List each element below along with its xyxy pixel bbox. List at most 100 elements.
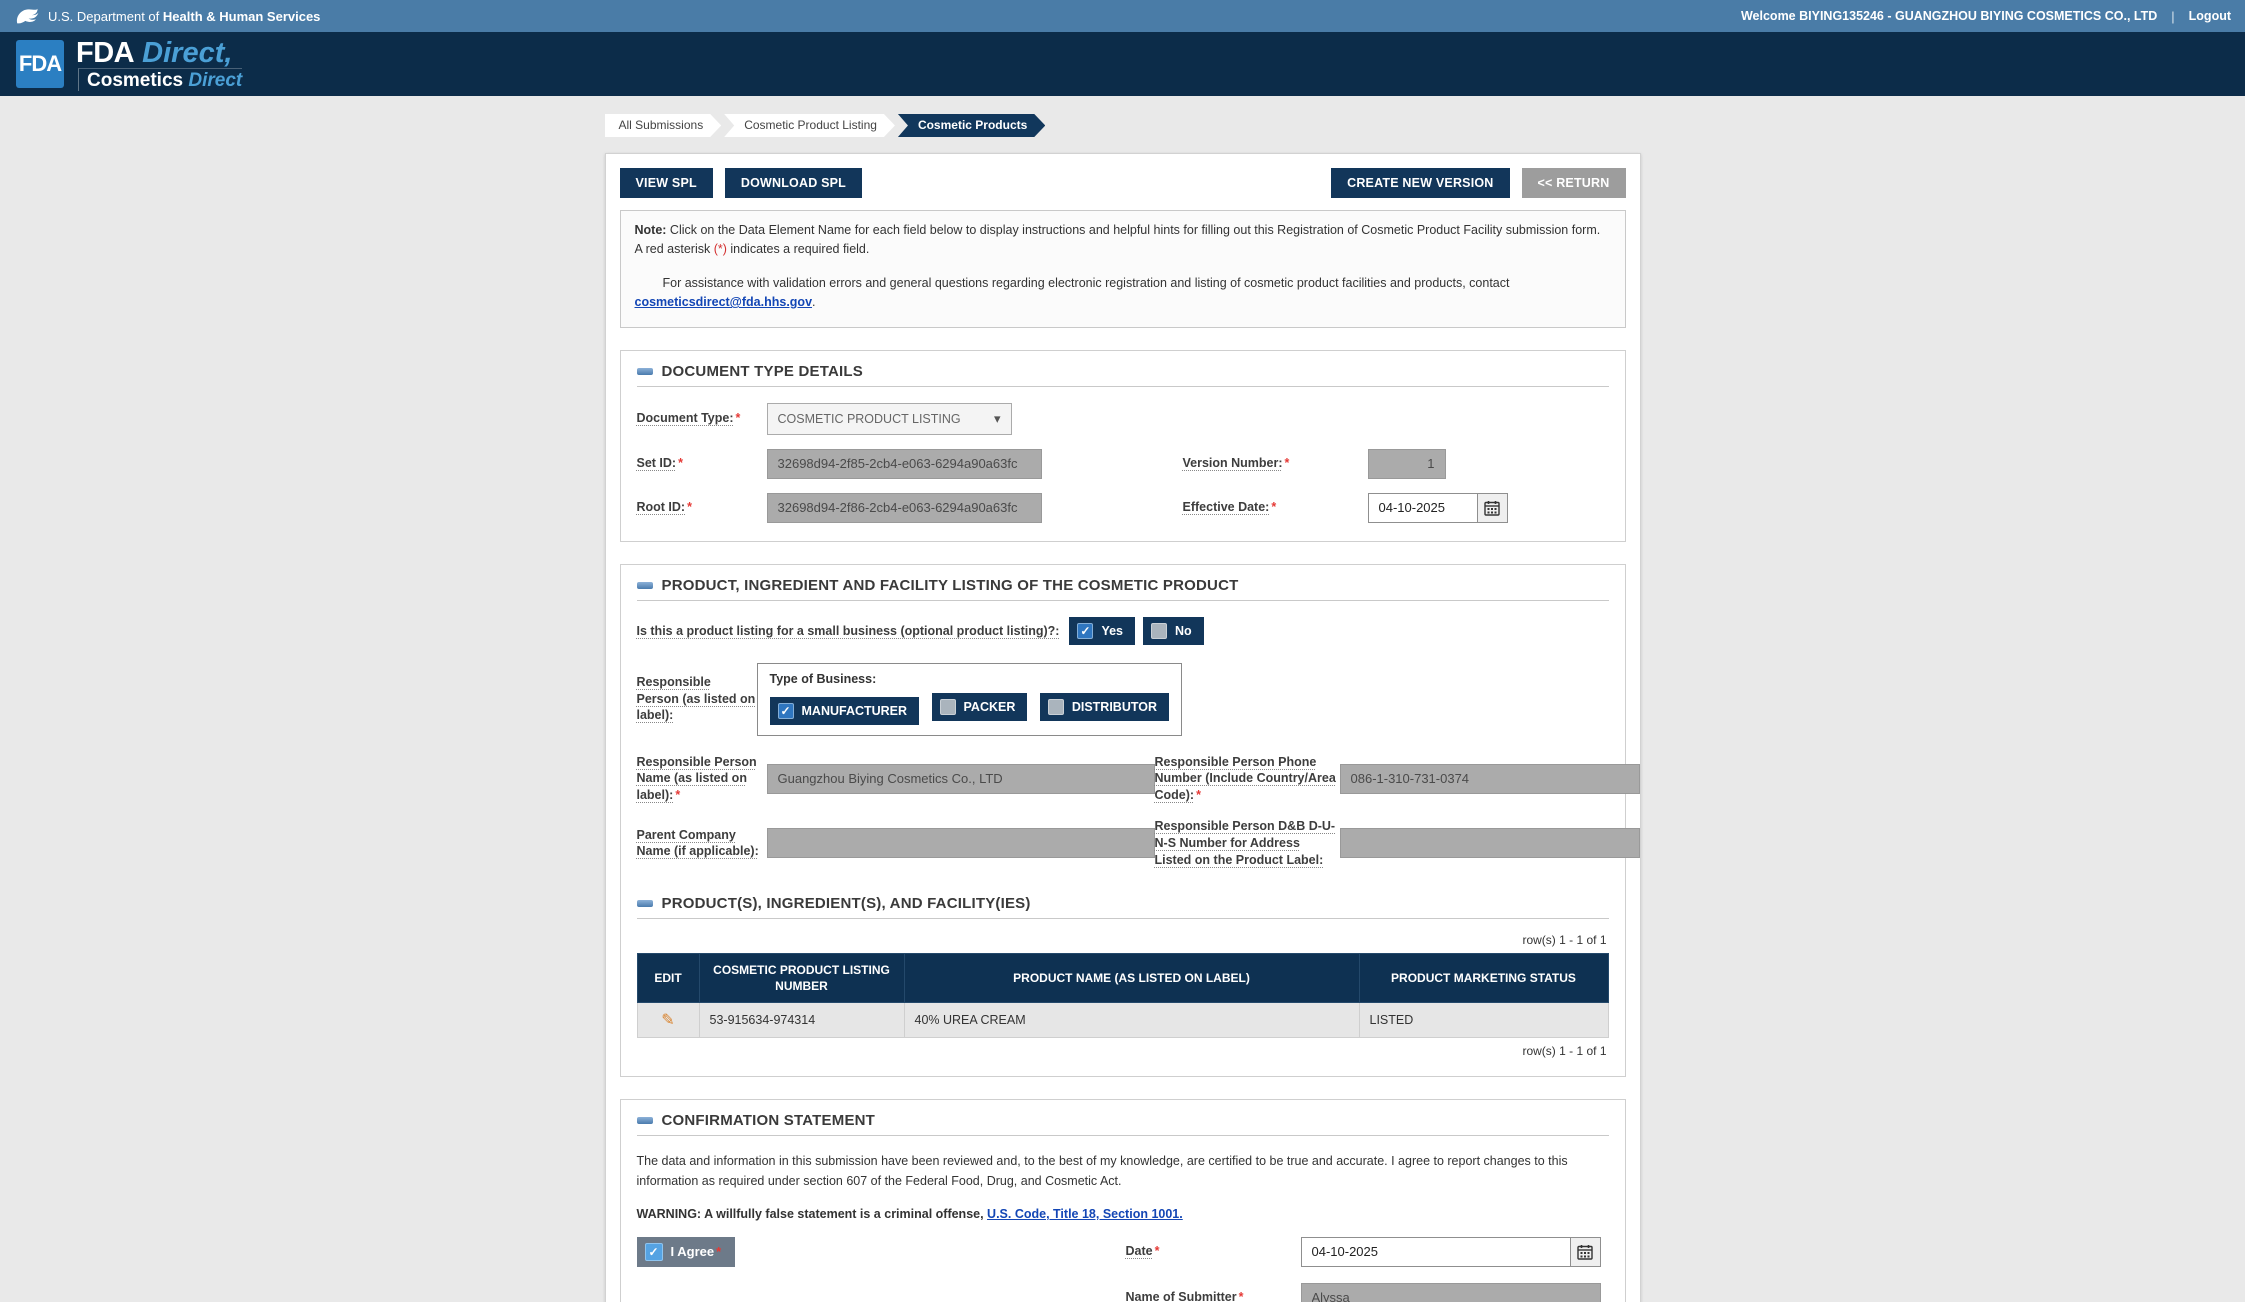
subsection-title: PRODUCT(S), INGREDIENT(S), AND FACILITY(… bbox=[662, 895, 1031, 912]
logout-link[interactable]: Logout bbox=[2189, 9, 2231, 23]
date-label-text: Date bbox=[1126, 1244, 1153, 1258]
chevron-down-icon: ▾ bbox=[994, 411, 1001, 427]
assistance-period: . bbox=[812, 295, 815, 309]
version-number-label[interactable]: Version Number:* bbox=[1183, 455, 1368, 472]
download-spl-button[interactable]: DOWNLOAD SPL bbox=[725, 168, 862, 198]
collapse-dash-icon[interactable] bbox=[637, 368, 653, 375]
app-subtitle: Cosmetics Direct bbox=[78, 68, 242, 91]
document-type-select[interactable]: COSMETIC PRODUCT LISTING ▾ bbox=[767, 403, 1012, 435]
products-table: EDIT COSMETIC PRODUCT LISTING NUMBER PRO… bbox=[637, 953, 1609, 1038]
note-body-2: indicates a required field. bbox=[727, 242, 869, 256]
note-label: Note: bbox=[635, 223, 667, 237]
checkbox-unchecked-icon bbox=[1048, 699, 1064, 715]
collapse-dash-icon[interactable] bbox=[637, 1117, 653, 1124]
business-distributor-button[interactable]: DISTRIBUTOR bbox=[1040, 693, 1169, 721]
set-id-label-text: Set ID: bbox=[637, 456, 677, 470]
status-cell: LISTED bbox=[1359, 1003, 1608, 1038]
parent-company-field bbox=[767, 828, 1155, 858]
yes-label: Yes bbox=[1101, 624, 1123, 638]
required-asterisk: * bbox=[1196, 787, 1201, 804]
rp-name-label-text: Responsible Person Name (as listed on la… bbox=[637, 755, 757, 803]
date-calendar-button[interactable] bbox=[1571, 1237, 1601, 1267]
type-of-business-box: Type of Business: ✓ MANUFACTURER PACKER bbox=[757, 663, 1183, 736]
section-header: DOCUMENT TYPE DETAILS bbox=[637, 363, 1609, 387]
duns-field bbox=[1340, 828, 1640, 858]
submitter-label[interactable]: Name of Submitter* bbox=[1126, 1289, 1301, 1302]
status-column-header: PRODUCT MARKETING STATUS bbox=[1359, 953, 1608, 1002]
i-agree-button[interactable]: ✓ I Agree * bbox=[637, 1237, 736, 1267]
edit-cell: ✎ bbox=[637, 1003, 699, 1038]
note-box: Note: Click on the Data Element Name for… bbox=[620, 210, 1626, 328]
root-id-label[interactable]: Root ID:* bbox=[637, 499, 767, 516]
collapse-dash-icon[interactable] bbox=[637, 900, 653, 907]
document-type-value: COSMETIC PRODUCT LISTING bbox=[778, 412, 961, 426]
calendar-icon bbox=[1577, 1244, 1593, 1260]
version-number-field bbox=[1368, 449, 1446, 479]
hhs-eagle-icon bbox=[14, 5, 40, 27]
assistance-email-link[interactable]: cosmeticsdirect@fda.hhs.gov bbox=[635, 295, 813, 309]
view-spl-button[interactable]: VIEW SPL bbox=[620, 168, 713, 198]
rows-info-bottom: row(s) 1 - 1 of 1 bbox=[637, 1044, 1607, 1058]
document-type-label[interactable]: Document Type:* bbox=[637, 410, 767, 427]
date-field[interactable] bbox=[1301, 1237, 1571, 1267]
rp-name-field bbox=[767, 764, 1155, 794]
required-asterisk: * bbox=[736, 410, 741, 427]
us-code-link[interactable]: U.S. Code, Title 18, Section 1001. bbox=[987, 1207, 1183, 1221]
responsible-person-label[interactable]: Responsible Person (as listed on label): bbox=[637, 674, 757, 725]
small-business-yes-button[interactable]: ✓ Yes bbox=[1069, 617, 1135, 645]
parent-company-label[interactable]: Parent Company Name (if applicable): bbox=[637, 827, 767, 861]
rp-phone-label-text: Responsible Person Phone Number (Include… bbox=[1155, 755, 1336, 803]
subsection-header-products: PRODUCT(S), INGREDIENT(S), AND FACILITY(… bbox=[637, 895, 1609, 919]
submitter-field bbox=[1301, 1283, 1601, 1302]
return-button[interactable]: << RETURN bbox=[1522, 168, 1626, 198]
type-of-business-label[interactable]: Type of Business: bbox=[770, 672, 1170, 686]
set-id-label[interactable]: Set ID:* bbox=[637, 455, 767, 472]
warning-line: WARNING: A willfully false statement is … bbox=[637, 1207, 1609, 1221]
no-label: No bbox=[1175, 624, 1192, 638]
confirmation-statement-text: The data and information in this submiss… bbox=[637, 1152, 1622, 1191]
edit-column-header: EDIT bbox=[637, 953, 699, 1002]
create-new-version-button[interactable]: CREATE NEW VERSION bbox=[1331, 168, 1509, 198]
warning-text: WARNING: A willfully false statement is … bbox=[637, 1207, 988, 1221]
breadcrumb-all-submissions[interactable]: All Submissions bbox=[605, 114, 722, 137]
app-subtitle-bold: Cosmetics bbox=[87, 70, 183, 91]
product-name-column-header: PRODUCT NAME (AS LISTED ON LABEL) bbox=[904, 953, 1359, 1002]
app-subtitle-italic: Direct bbox=[188, 70, 242, 91]
required-asterisk: * bbox=[1155, 1243, 1160, 1260]
breadcrumb-cosmetic-product-listing[interactable]: Cosmetic Product Listing bbox=[724, 114, 895, 137]
effective-date-field[interactable] bbox=[1368, 493, 1478, 523]
product-name-cell: 40% UREA CREAM bbox=[904, 1003, 1359, 1038]
checkbox-checked-icon: ✓ bbox=[645, 1243, 663, 1261]
fda-logo[interactable]: FDA bbox=[16, 40, 64, 88]
effective-date-calendar-button[interactable] bbox=[1478, 493, 1508, 523]
required-asterisk: * bbox=[687, 499, 692, 516]
collapse-dash-icon[interactable] bbox=[637, 582, 653, 589]
dept-text: U.S. Department of Health & Human Servic… bbox=[48, 9, 320, 24]
business-packer-button[interactable]: PACKER bbox=[932, 693, 1028, 721]
toolbar: VIEW SPL DOWNLOAD SPL CREATE NEW VERSION… bbox=[620, 168, 1626, 198]
table-header-row: EDIT COSMETIC PRODUCT LISTING NUMBER PRO… bbox=[637, 953, 1608, 1002]
rp-name-label[interactable]: Responsible Person Name (as listed on la… bbox=[637, 754, 767, 805]
breadcrumb-cosmetic-products[interactable]: Cosmetic Products bbox=[898, 114, 1045, 137]
checkbox-checked-icon: ✓ bbox=[1077, 623, 1093, 639]
business-manufacturer-button[interactable]: ✓ MANUFACTURER bbox=[770, 697, 920, 725]
welcome-text: Welcome BIYING135246 - GUANGZHOU BIYING … bbox=[1741, 9, 2157, 23]
duns-label[interactable]: Responsible Person D&B D-U-N-S Number fo… bbox=[1155, 818, 1340, 869]
edit-pencil-icon[interactable]: ✎ bbox=[661, 1010, 674, 1030]
small-business-question-label[interactable]: Is this a product listing for a small bu… bbox=[637, 624, 1060, 638]
i-agree-label: I Agree bbox=[671, 1244, 715, 1259]
document-type-label-text: Document Type: bbox=[637, 411, 734, 425]
app-header: FDA FDA Direct, Cosmetics Direct bbox=[0, 32, 2245, 96]
table-row: ✎ 53-915634-974314 40% UREA CREAM LISTED bbox=[637, 1003, 1608, 1038]
effective-date-label[interactable]: Effective Date:* bbox=[1183, 499, 1368, 516]
date-label[interactable]: Date* bbox=[1126, 1243, 1301, 1260]
rp-phone-field bbox=[1340, 764, 1640, 794]
rp-phone-label[interactable]: Responsible Person Phone Number (Include… bbox=[1155, 754, 1340, 805]
checkbox-unchecked-icon bbox=[1151, 623, 1167, 639]
small-business-no-button[interactable]: No bbox=[1143, 617, 1204, 645]
effective-date-label-text: Effective Date: bbox=[1183, 500, 1270, 514]
note-asterisk: (*) bbox=[714, 242, 727, 256]
required-asterisk: * bbox=[678, 455, 683, 472]
brand-text: FDA Direct, Cosmetics Direct bbox=[76, 38, 242, 91]
calendar-icon bbox=[1484, 500, 1500, 516]
